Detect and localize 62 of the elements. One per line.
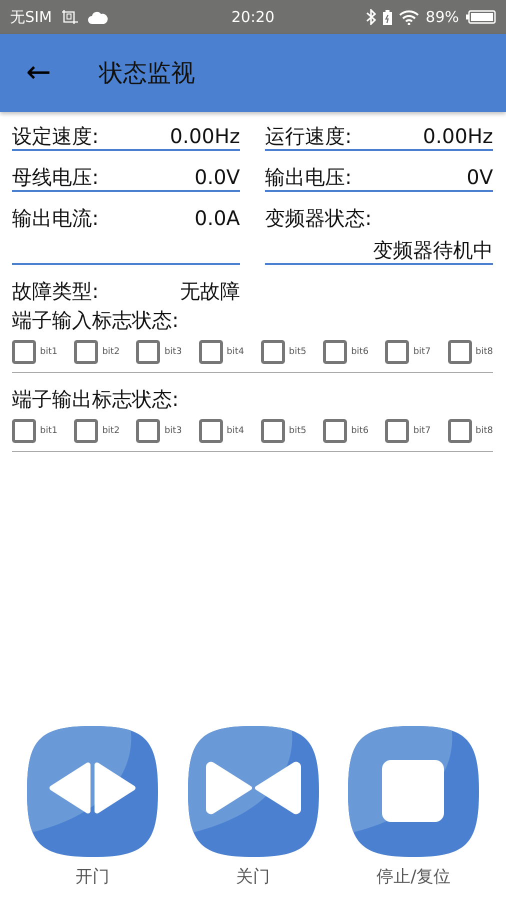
bluetooth-icon: [366, 9, 376, 25]
field-label: 故障类型:: [12, 279, 99, 303]
checkbox-label: bit4: [226, 426, 244, 436]
checkbox[interactable]: [136, 340, 160, 364]
checkbox-label: bit7: [413, 426, 431, 436]
checkbox[interactable]: [385, 419, 410, 443]
checkbox-label: bit4: [226, 347, 244, 357]
clock-text: 20:20: [231, 8, 275, 26]
field-label: 输出电压:: [265, 165, 352, 189]
battery-icon: [466, 10, 496, 24]
checkbox[interactable]: [323, 340, 348, 364]
checkbox-label: bit6: [351, 426, 369, 436]
back-button[interactable]: ←: [18, 58, 60, 88]
battery-percent: 89%: [426, 8, 459, 26]
checkbox-label: bit7: [413, 347, 431, 357]
checkbox[interactable]: [323, 419, 348, 443]
section-title: 端子输出标志状态:: [12, 387, 180, 411]
action-button[interactable]: 停止/复位: [346, 724, 481, 888]
section-title: 端子输入标志状态:: [12, 308, 180, 332]
checkbox-label: bit6: [351, 347, 369, 357]
checkbox[interactable]: [198, 340, 223, 364]
action-button[interactable]: 开门: [25, 724, 160, 888]
field-value: 0.00Hz: [422, 124, 493, 148]
checkbox[interactable]: [74, 419, 98, 443]
checkbox-label: bit1: [40, 426, 58, 436]
field-value: 0.0A: [194, 206, 240, 230]
field-value: 0V: [466, 165, 493, 189]
checkbox[interactable]: [448, 419, 472, 443]
field-value: 变频器待机中: [373, 238, 493, 262]
checkbox[interactable]: [198, 419, 223, 443]
checkbox[interactable]: [74, 340, 98, 364]
field-value: 0.00Hz: [170, 124, 240, 148]
checkbox-label: bit5: [288, 347, 306, 357]
checkbox[interactable]: [12, 340, 36, 364]
checkbox[interactable]: [136, 419, 160, 443]
checkbox-label: bit8: [476, 347, 493, 357]
checkbox[interactable]: [385, 340, 410, 364]
field-label: 母线电压:: [12, 165, 99, 189]
action-button[interactable]: 关门: [186, 724, 320, 888]
carrier-text: 无SIM: [10, 8, 52, 26]
screenshot-icon: [60, 9, 79, 25]
checkbox-label: bit2: [102, 347, 120, 357]
page-title: 状态监视: [99, 58, 196, 89]
cloud-icon: [88, 10, 108, 24]
checkbox-label: bit8: [476, 426, 493, 436]
field-value: 0.0V: [194, 165, 240, 189]
field-value: 无故障: [180, 279, 240, 303]
checkbox-label: bit3: [164, 347, 182, 357]
checkbox[interactable]: [12, 419, 36, 443]
checkbox[interactable]: [260, 340, 285, 364]
field-label: 设定速度:: [12, 124, 99, 148]
battery-saver-icon: [382, 10, 392, 24]
checkbox-label: bit3: [164, 426, 182, 436]
checkbox[interactable]: [260, 419, 285, 443]
checkbox-label: bit5: [288, 426, 306, 436]
checkbox-label: bit2: [102, 426, 120, 436]
field-label: 变频器状态:: [265, 206, 373, 230]
wifi-icon: [398, 10, 419, 24]
checkbox-label: bit1: [40, 347, 58, 357]
checkbox[interactable]: [448, 340, 472, 364]
field-label: 运行速度:: [265, 124, 352, 148]
field-label: 输出电流:: [12, 206, 99, 230]
